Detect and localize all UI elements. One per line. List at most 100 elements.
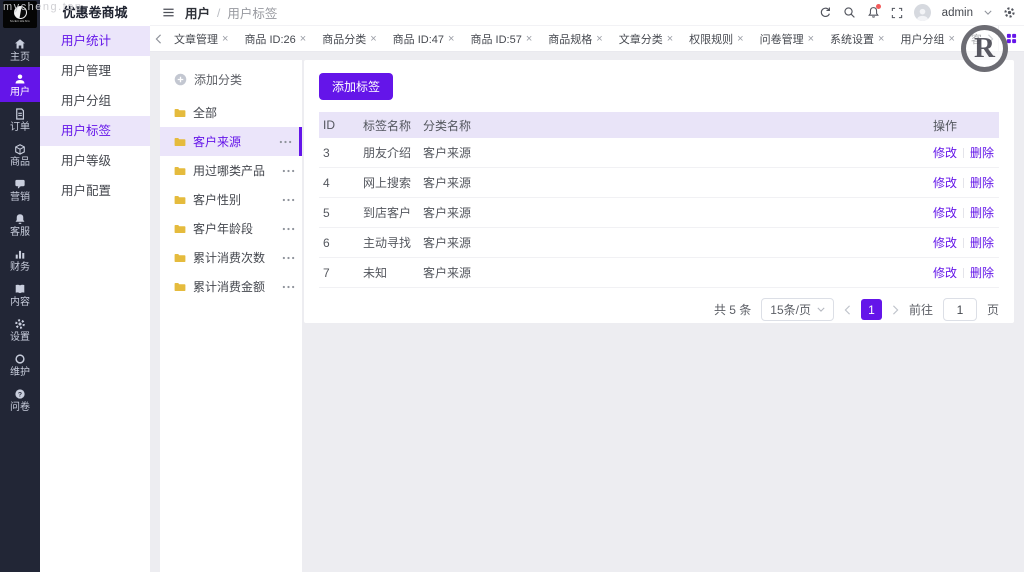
sidebar-item[interactable]: 用户标签: [40, 116, 150, 146]
edit-link[interactable]: 修改: [933, 234, 957, 251]
tab-close-icon[interactable]: ×: [370, 34, 376, 44]
more-options-icon[interactable]: [282, 285, 295, 289]
breadcrumb-current: 用户标签: [227, 3, 277, 22]
rail-item-order[interactable]: 订单: [0, 102, 40, 137]
folder-icon: [174, 137, 186, 147]
tab-item[interactable]: 商品 ID:57×: [464, 29, 538, 49]
rail-item-service[interactable]: 客服: [0, 207, 40, 242]
rail-item-goods[interactable]: 商品: [0, 137, 40, 172]
edit-link[interactable]: 修改: [933, 204, 957, 221]
rail-item-label: 用户: [10, 87, 30, 98]
tab-label: 权限规则: [689, 31, 733, 47]
category-item[interactable]: 用过哪类产品: [160, 156, 302, 185]
sidebar-item[interactable]: 用户分组: [40, 86, 150, 116]
user-menu-chevron-down-icon[interactable]: [984, 10, 992, 15]
sidebar-item[interactable]: 用户统计: [40, 26, 150, 56]
tabs-scroll-right-icon[interactable]: [982, 34, 998, 44]
tab-close-icon[interactable]: ×: [948, 34, 954, 44]
fullscreen-icon[interactable]: [891, 7, 903, 19]
tab-close-icon[interactable]: ×: [737, 34, 743, 44]
cell-category: 客户来源: [423, 234, 933, 251]
tab-item[interactable]: 问卷管理×: [754, 29, 820, 49]
delete-link[interactable]: 删除: [970, 264, 994, 281]
cell-id: 5: [323, 206, 363, 220]
settings-gear-icon[interactable]: [1003, 6, 1016, 19]
user-icon: [14, 72, 26, 85]
search-icon[interactable]: [843, 6, 856, 19]
category-item[interactable]: 客户来源: [160, 127, 302, 156]
action-divider: [963, 268, 964, 278]
category-item[interactable]: 累计消费次数: [160, 243, 302, 272]
cell-actions: 修改删除: [933, 204, 995, 221]
tab-item[interactable]: 用户分组×: [894, 29, 960, 49]
tab-close-icon[interactable]: ×: [667, 34, 673, 44]
tabs-scroll-left-icon[interactable]: [150, 34, 166, 44]
goto-page-input[interactable]: [943, 298, 977, 321]
rail-item-survey[interactable]: ?问卷: [0, 382, 40, 417]
rail-item-marketing[interactable]: 营销: [0, 172, 40, 207]
tab-item[interactable]: 权限规则 ×: [683, 29, 749, 49]
category-item[interactable]: 全部: [160, 98, 302, 127]
cell-name: 到店客户: [363, 204, 423, 221]
page-number-button[interactable]: 1: [861, 299, 882, 320]
refresh-icon[interactable]: [819, 6, 832, 19]
breadcrumb-root[interactable]: 用户: [185, 3, 210, 22]
tabs-options-grid-icon[interactable]: [998, 26, 1024, 51]
user-avatar[interactable]: [914, 4, 931, 21]
delete-link[interactable]: 删除: [970, 144, 994, 161]
tab-close-icon[interactable]: ×: [526, 34, 532, 44]
more-options-icon[interactable]: [282, 256, 295, 260]
sidebar-item[interactable]: 用户等级: [40, 146, 150, 176]
more-options-icon[interactable]: [282, 169, 295, 173]
delete-link[interactable]: 删除: [970, 174, 994, 191]
delete-link[interactable]: 删除: [970, 204, 994, 221]
notification-bell-icon[interactable]: [867, 6, 880, 19]
username-label[interactable]: admin: [942, 7, 973, 19]
tab-close-icon[interactable]: ×: [808, 34, 814, 44]
rail-item-finance[interactable]: 财务: [0, 242, 40, 277]
prev-page-icon[interactable]: [844, 305, 851, 315]
sidebar-item[interactable]: 用户管理: [40, 56, 150, 86]
more-options-icon[interactable]: [282, 198, 295, 202]
delete-link[interactable]: 删除: [970, 234, 994, 251]
tab-close-icon[interactable]: ×: [596, 34, 602, 44]
tab-item[interactable]: 商品分类×: [316, 29, 382, 49]
category-item[interactable]: 客户年龄段: [160, 214, 302, 243]
add-tag-button[interactable]: 添加标签: [319, 73, 393, 100]
tab-close-icon[interactable]: ×: [448, 34, 454, 44]
edit-link[interactable]: 修改: [933, 144, 957, 161]
tab-item[interactable]: 商品 ID:26×: [238, 29, 312, 49]
rail-item-settings[interactable]: 设置: [0, 312, 40, 347]
tab-item[interactable]: 商品 ID:47×: [387, 29, 461, 49]
tab-close-icon[interactable]: ×: [300, 34, 306, 44]
more-options-icon[interactable]: [279, 140, 292, 144]
category-item[interactable]: 客户性别: [160, 185, 302, 214]
rail-item-home[interactable]: 主页: [0, 32, 40, 67]
page-size-value: 15条/页: [770, 301, 811, 318]
edit-link[interactable]: 修改: [933, 264, 957, 281]
next-page-icon[interactable]: [892, 305, 899, 315]
tab-item[interactable]: 文章管理 ×: [168, 29, 234, 49]
cell-id: 4: [323, 176, 363, 190]
folder-icon: [174, 166, 186, 176]
category-item[interactable]: 累计消费金额: [160, 272, 302, 301]
rail-item-user[interactable]: 用户: [0, 67, 40, 102]
rail-item-maintain[interactable]: 维护: [0, 347, 40, 382]
tab-item[interactable]: 文章分类×: [613, 29, 679, 49]
sidebar: 优惠卷商城 用户统计用户管理用户分组用户标签用户等级用户配置: [40, 0, 150, 572]
tab-close-icon[interactable]: ×: [222, 34, 228, 44]
rail-item-content[interactable]: 内容: [0, 277, 40, 312]
page-size-select[interactable]: 15条/页: [761, 298, 834, 321]
tab-item[interactable]: 系统设置×: [824, 29, 890, 49]
tab-item[interactable]: 商品规格×: [542, 29, 608, 49]
rail-item-label: 商品: [10, 157, 30, 168]
tab-item[interactable]: 客服管理×: [965, 29, 982, 49]
sidebar-item[interactable]: 用户配置: [40, 176, 150, 206]
edit-link[interactable]: 修改: [933, 174, 957, 191]
more-options-icon[interactable]: [282, 227, 295, 231]
tab-label: 文章管理: [174, 31, 218, 47]
collapse-menu-icon[interactable]: [162, 6, 175, 19]
tab-close-icon[interactable]: ×: [878, 34, 884, 44]
add-category-button[interactable]: 添加分类: [160, 60, 302, 98]
select-chevron-down-icon: [817, 307, 825, 312]
